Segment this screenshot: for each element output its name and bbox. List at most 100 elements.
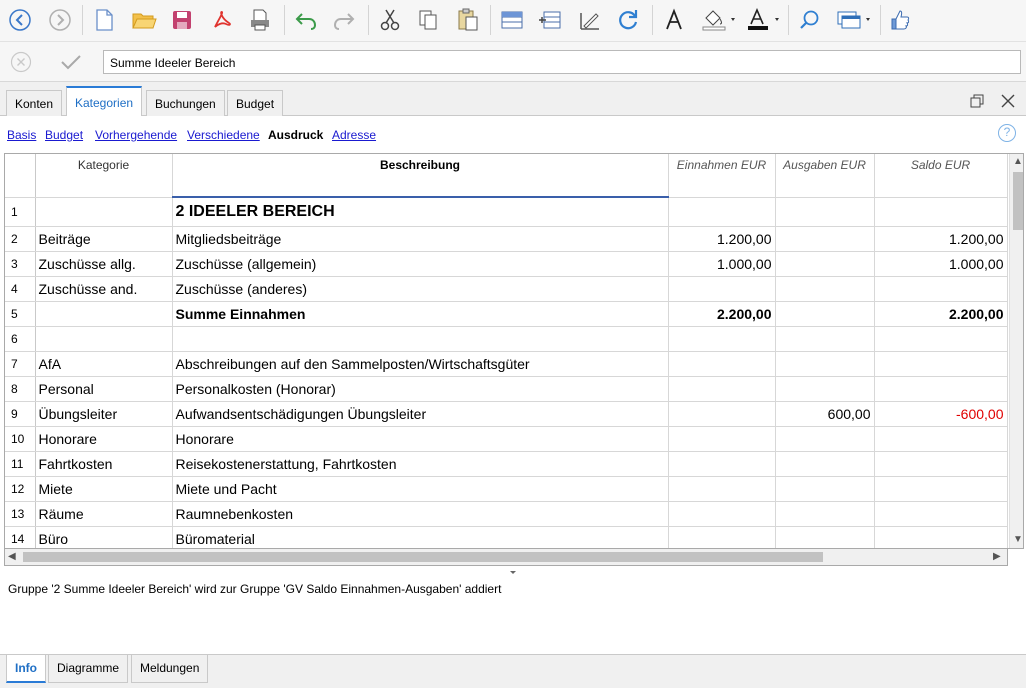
text-color-icon[interactable]: [744, 4, 784, 36]
cell-beschreibung[interactable]: Zuschüsse (allgemein): [172, 251, 669, 277]
cell-einnahmen[interactable]: 2.200,00: [668, 301, 776, 327]
cell-einnahmen[interactable]: [668, 351, 776, 377]
cell-einnahmen[interactable]: [668, 401, 776, 427]
cell-saldo[interactable]: [874, 476, 1008, 502]
view-ausdruck[interactable]: Ausdruck: [268, 128, 323, 142]
cell-saldo[interactable]: [874, 376, 1008, 402]
cell-beschreibung[interactable]: Miete und Pacht: [172, 476, 669, 502]
cell-kategorie[interactable]: Miete: [35, 476, 173, 502]
cell-einnahmen[interactable]: [668, 376, 776, 402]
cell-ausgaben[interactable]: [775, 226, 875, 252]
cell-beschreibung[interactable]: [172, 326, 669, 352]
cell-kategorie[interactable]: Fahrtkosten: [35, 451, 173, 477]
cell-einnahmen[interactable]: [668, 476, 776, 502]
cancel-edit-icon[interactable]: [10, 51, 32, 73]
cell-beschreibung[interactable]: Reisekostenerstattung, Fahrtkosten: [172, 451, 669, 477]
pane-splitter[interactable]: [0, 566, 1026, 574]
cell-ausgaben[interactable]: [775, 376, 875, 402]
tab-diagramme[interactable]: Diagramme: [48, 655, 129, 683]
tab-budget[interactable]: Budget: [227, 90, 284, 116]
cell-kategorie[interactable]: Büro: [35, 526, 173, 548]
cell-saldo[interactable]: [874, 451, 1008, 477]
tab-buchungen[interactable]: Buchungen: [146, 90, 225, 116]
cell-beschreibung[interactable]: 2 IDEELER BEREICH: [172, 197, 669, 227]
search-icon[interactable]: [794, 4, 826, 36]
view-basis[interactable]: Basis: [7, 128, 36, 142]
cell-beschreibung[interactable]: Raumnebenkosten: [172, 501, 669, 527]
vertical-scroll-thumb[interactable]: [1013, 172, 1023, 230]
cell-einnahmen[interactable]: [668, 276, 776, 302]
scroll-left-icon[interactable]: ◀: [8, 551, 16, 562]
cell-saldo[interactable]: -600,00: [874, 401, 1008, 427]
view-budget[interactable]: Budget: [45, 128, 83, 142]
pdf-icon[interactable]: [206, 4, 238, 36]
cell-ausgaben[interactable]: [775, 251, 875, 277]
add-rows-icon[interactable]: [534, 4, 566, 36]
cell-kategorie[interactable]: [35, 326, 173, 352]
cell-einnahmen[interactable]: [668, 197, 776, 227]
tab-info[interactable]: Info: [6, 655, 46, 683]
vertical-scrollbar[interactable]: ▲ ▼: [1009, 154, 1023, 548]
cell-einnahmen[interactable]: [668, 501, 776, 527]
cell-saldo[interactable]: 2.200,00: [874, 301, 1008, 327]
edit-icon[interactable]: [574, 4, 606, 36]
fill-color-icon[interactable]: [700, 4, 740, 36]
redo-icon[interactable]: [328, 4, 360, 36]
cell-saldo[interactable]: [874, 426, 1008, 452]
cell-einnahmen[interactable]: 1.000,00: [668, 251, 776, 277]
tab-meldungen[interactable]: Meldungen: [131, 655, 209, 683]
cell-einnahmen[interactable]: [668, 526, 776, 548]
cell-kategorie[interactable]: Zuschüsse allg.: [35, 251, 173, 277]
thumbs-up-icon[interactable]: [884, 4, 916, 36]
cell-beschreibung[interactable]: Zuschüsse (anderes): [172, 276, 669, 302]
cell-saldo[interactable]: [874, 526, 1008, 548]
cell-kategorie[interactable]: Personal: [35, 376, 173, 402]
print-preview-icon[interactable]: [244, 4, 276, 36]
cell-kategorie[interactable]: Honorare: [35, 426, 173, 452]
undo-icon[interactable]: [290, 4, 322, 36]
cell-ausgaben[interactable]: [775, 526, 875, 548]
new-file-icon[interactable]: [88, 4, 120, 36]
horizontal-scrollbar[interactable]: ◀ ▶: [4, 549, 1008, 566]
restore-window-icon[interactable]: [970, 94, 984, 108]
cell-beschreibung[interactable]: Summe Einnahmen: [172, 301, 669, 327]
cell-ausgaben[interactable]: [775, 197, 875, 227]
tab-konten[interactable]: Konten: [6, 90, 63, 116]
cell-ausgaben[interactable]: [775, 326, 875, 352]
cell-kategorie[interactable]: [35, 197, 173, 227]
view-adresse[interactable]: Adresse: [332, 128, 376, 142]
cell-kategorie[interactable]: AfA: [35, 351, 173, 377]
cell-saldo[interactable]: [874, 326, 1008, 352]
paste-icon[interactable]: [452, 4, 484, 36]
close-icon[interactable]: [1001, 94, 1015, 108]
confirm-edit-icon[interactable]: [58, 50, 84, 74]
help-icon[interactable]: ?: [998, 124, 1016, 142]
cell-ausgaben[interactable]: [775, 351, 875, 377]
header-beschreibung[interactable]: Beschreibung: [172, 154, 669, 198]
cell-einnahmen[interactable]: [668, 426, 776, 452]
scroll-up-icon[interactable]: ▲: [1013, 156, 1023, 167]
cell-ausgaben[interactable]: 600,00: [775, 401, 875, 427]
cell-ausgaben[interactable]: [775, 276, 875, 302]
header-einnahmen[interactable]: Einnahmen EUR: [668, 154, 776, 198]
font-icon[interactable]: [658, 4, 690, 36]
header-kategorie[interactable]: Kategorie: [35, 154, 173, 198]
cell-beschreibung[interactable]: Honorare: [172, 426, 669, 452]
cell-kategorie[interactable]: [35, 301, 173, 327]
forward-icon[interactable]: [44, 4, 76, 36]
copy-icon[interactable]: [412, 4, 444, 36]
open-folder-icon[interactable]: [128, 4, 160, 36]
cut-icon[interactable]: [374, 4, 406, 36]
cell-einnahmen[interactable]: [668, 451, 776, 477]
cell-ausgaben[interactable]: [775, 476, 875, 502]
cell-beschreibung[interactable]: Büromaterial: [172, 526, 669, 548]
header-saldo[interactable]: Saldo EUR: [874, 154, 1008, 198]
cell-beschreibung[interactable]: Mitgliedsbeiträge: [172, 226, 669, 252]
cell-ausgaben[interactable]: [775, 451, 875, 477]
cell-beschreibung[interactable]: Personalkosten (Honorar): [172, 376, 669, 402]
header-ausgaben[interactable]: Ausgaben EUR: [775, 154, 875, 198]
window-icon[interactable]: [834, 4, 876, 36]
cell-kategorie[interactable]: Beiträge: [35, 226, 173, 252]
cell-einnahmen[interactable]: [668, 326, 776, 352]
cell-beschreibung[interactable]: Abschreibungen auf den Sammelposten/Wirt…: [172, 351, 669, 377]
